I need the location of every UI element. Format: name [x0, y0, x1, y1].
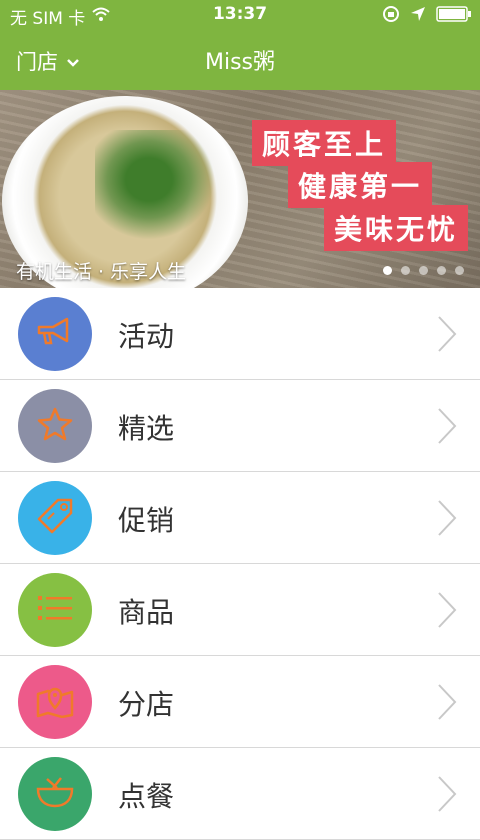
menu-item-branches[interactable]: 分店 [0, 656, 480, 748]
star-icon [36, 406, 74, 446]
icon-circle [18, 665, 92, 739]
icon-circle [18, 573, 92, 647]
chevron-right-icon [436, 406, 458, 450]
icon-circle [18, 757, 92, 831]
promo-banner[interactable]: 顾客至上 健康第一 美味无忧 有机生活 · 乐享人生 [0, 90, 480, 288]
carousel-indicator[interactable] [383, 266, 464, 275]
list-icon [36, 593, 74, 627]
nav-bar: 门店 Miss粥 [0, 30, 480, 90]
chevron-right-icon [436, 590, 458, 634]
banner-caption: 有机生活 · 乐享人生 [16, 261, 187, 283]
rotation-lock-icon [382, 5, 400, 28]
menu-item-featured[interactable]: 精选 [0, 380, 480, 472]
top-bar: 无 SIM 卡 13:37 门店 Miss粥 [0, 0, 480, 90]
page-title: Miss粥 [204, 50, 276, 75]
chevron-right-icon [436, 682, 458, 726]
map-pin-icon [35, 682, 75, 722]
slogan-2: 健康第一 [288, 162, 433, 208]
status-icons [382, 5, 472, 28]
slogan-3: 美味无忧 [324, 205, 469, 251]
menu-item-label: 点餐 [118, 780, 175, 813]
icon-circle [18, 481, 92, 555]
chevron-right-icon [436, 774, 458, 818]
menu-item-label: 活动 [118, 320, 175, 353]
bowl-icon [35, 775, 75, 813]
megaphone-icon [35, 315, 75, 353]
menu-item-label: 促销 [118, 504, 175, 537]
chevron-right-icon [436, 498, 458, 542]
carousel-dot[interactable] [419, 266, 428, 275]
menu-item-promotions[interactable]: 促销 [0, 472, 480, 564]
carousel-dot[interactable] [401, 266, 410, 275]
menu-item-label: 分店 [118, 688, 175, 721]
chevron-right-icon [436, 314, 458, 358]
carousel-dot[interactable] [437, 266, 446, 275]
menu-item-label: 商品 [118, 596, 175, 629]
slogan-1: 顾客至上 [252, 120, 397, 166]
menu-item-products[interactable]: 商品 [0, 564, 480, 656]
tag-icon [36, 497, 74, 539]
icon-circle [18, 297, 92, 371]
location-arrow-icon [410, 6, 426, 27]
menu-list: 活动 精选 促销 商品 分店 点餐 [0, 288, 480, 840]
menu-item-activities[interactable]: 活动 [0, 288, 480, 380]
status-bar: 无 SIM 卡 13:37 [0, 0, 480, 30]
menu-item-label: 精选 [118, 412, 175, 445]
carousel-dot[interactable] [455, 266, 464, 275]
cilantro-garnish-image [95, 130, 215, 240]
menu-item-order[interactable]: 点餐 [0, 748, 480, 840]
battery-icon [436, 6, 472, 27]
icon-circle [18, 389, 92, 463]
carousel-dot[interactable] [383, 266, 392, 275]
